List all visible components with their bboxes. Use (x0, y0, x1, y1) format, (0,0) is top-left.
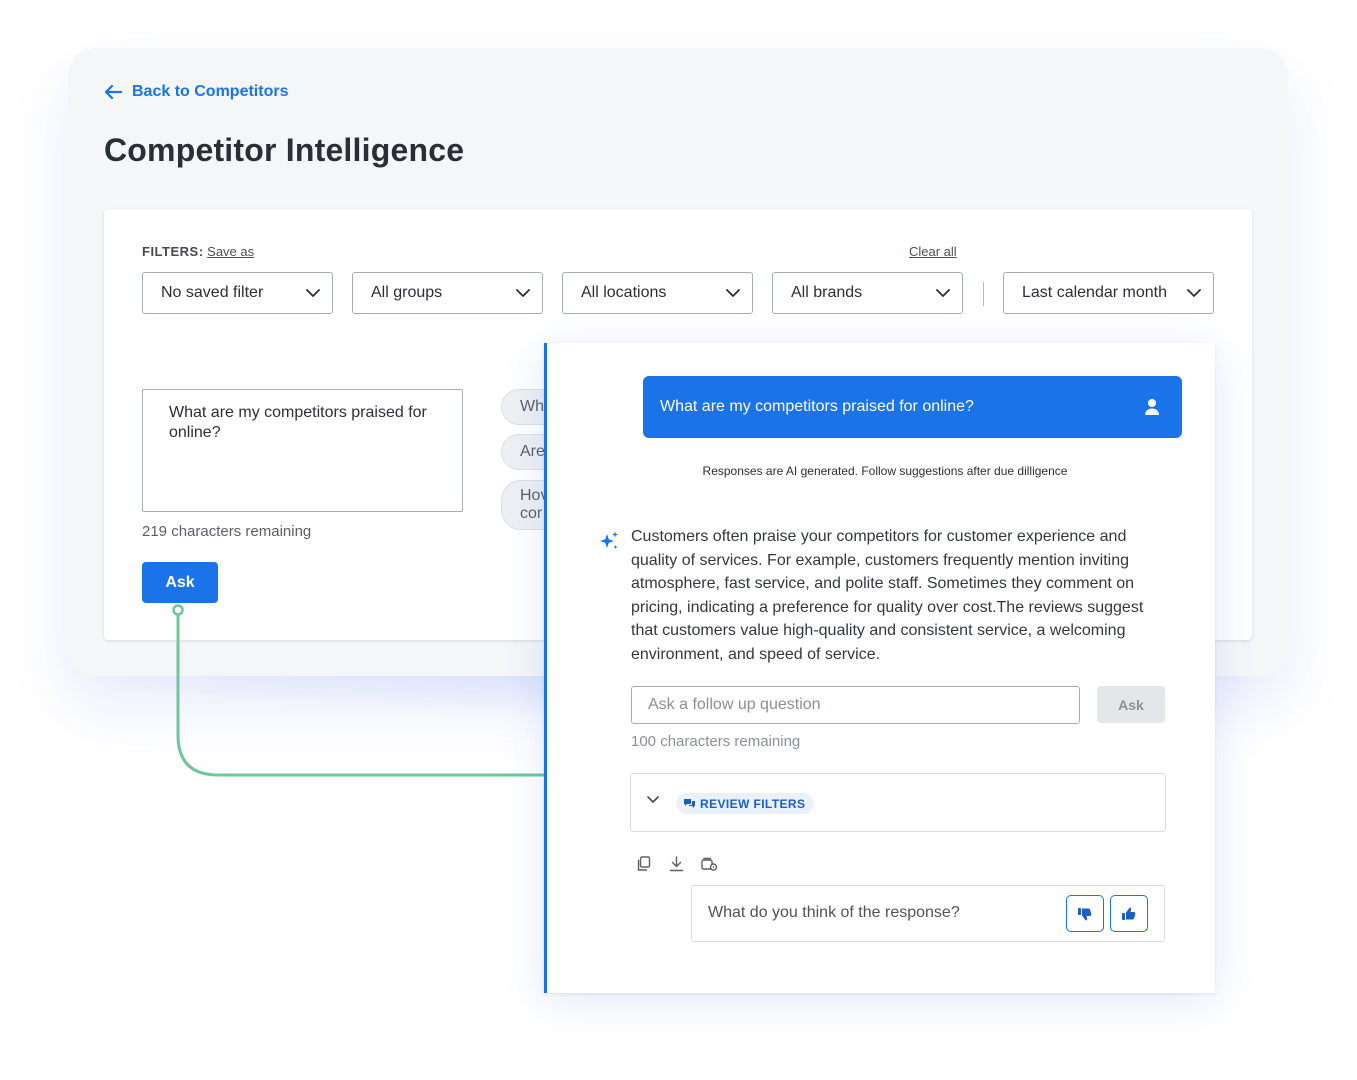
back-link-label: Back to Competitors (132, 83, 289, 100)
locations-value: All locations (581, 284, 667, 301)
save-as-link[interactable]: Save as (207, 244, 254, 259)
saved-filter-value: No saved filter (161, 284, 264, 301)
thumbs-down-icon (1078, 907, 1092, 921)
chat-bubbles-icon (684, 799, 695, 808)
chevron-down-icon (936, 288, 950, 297)
page-title: Competitor Intelligence (104, 132, 465, 168)
ai-disclaimer: Responses are AI generated. Follow sugge… (702, 464, 1068, 478)
chevron-down-icon (516, 288, 530, 297)
ai-answer-text: Customers often praise your competitors … (631, 528, 1144, 663)
question-textarea[interactable]: What are my competitors praised for onli… (142, 389, 463, 512)
brands-select[interactable]: All brands (772, 272, 963, 314)
chevron-down-icon (726, 288, 740, 297)
date-range-select[interactable]: Last calendar month (1003, 272, 1214, 314)
clear-all-link[interactable]: Clear all (909, 244, 957, 259)
feedback-prompt: What do you think of the response? (708, 904, 960, 921)
followup-question-input[interactable] (631, 686, 1080, 724)
user-message-bubble: What are my competitors praised for onli… (643, 376, 1182, 438)
filters-label: FILTERS: Save as (142, 244, 254, 259)
arrow-left-icon (104, 84, 122, 100)
brands-value: All brands (791, 284, 863, 301)
sparkle-icon (600, 531, 618, 549)
groups-select[interactable]: All groups (352, 272, 543, 314)
filters-heading: FILTERS: (142, 244, 204, 259)
chevron-down-icon (306, 288, 320, 297)
review-filters-label: REVIEW FILTERS (700, 796, 806, 811)
date-range-value: Last calendar month (1022, 284, 1167, 301)
locations-select[interactable]: All locations (562, 272, 753, 314)
copy-icon[interactable] (636, 856, 651, 872)
ask-button[interactable]: Ask (142, 562, 218, 603)
download-icon[interactable] (669, 856, 684, 872)
suggestion-chip-line: cor (520, 505, 543, 522)
saved-filter-select[interactable]: No saved filter (142, 272, 333, 314)
followup-chars-remaining: 100 characters remaining (631, 733, 801, 750)
back-link[interactable]: Back to Competitors (104, 80, 288, 104)
chevron-down-icon (1187, 288, 1201, 297)
suggestion-chip-label: Wh (520, 398, 544, 415)
followup-ask-button[interactable]: Ask (1097, 686, 1165, 723)
filter-divider (983, 282, 984, 306)
chevron-down-icon[interactable] (647, 796, 659, 804)
settings-icon[interactable] (701, 856, 718, 872)
suggestion-chip-label: Are (520, 443, 545, 460)
user-message-text: What are my competitors praised for onli… (660, 398, 974, 415)
thumbs-down-button[interactable] (1066, 895, 1104, 932)
review-filters-badge[interactable]: REVIEW FILTERS (676, 793, 815, 814)
question-chars-remaining: 219 characters remaining (142, 523, 312, 540)
thumbs-up-icon (1122, 906, 1136, 920)
groups-value: All groups (371, 284, 443, 301)
user-icon (1145, 399, 1159, 415)
thumbs-up-button[interactable] (1110, 895, 1148, 932)
